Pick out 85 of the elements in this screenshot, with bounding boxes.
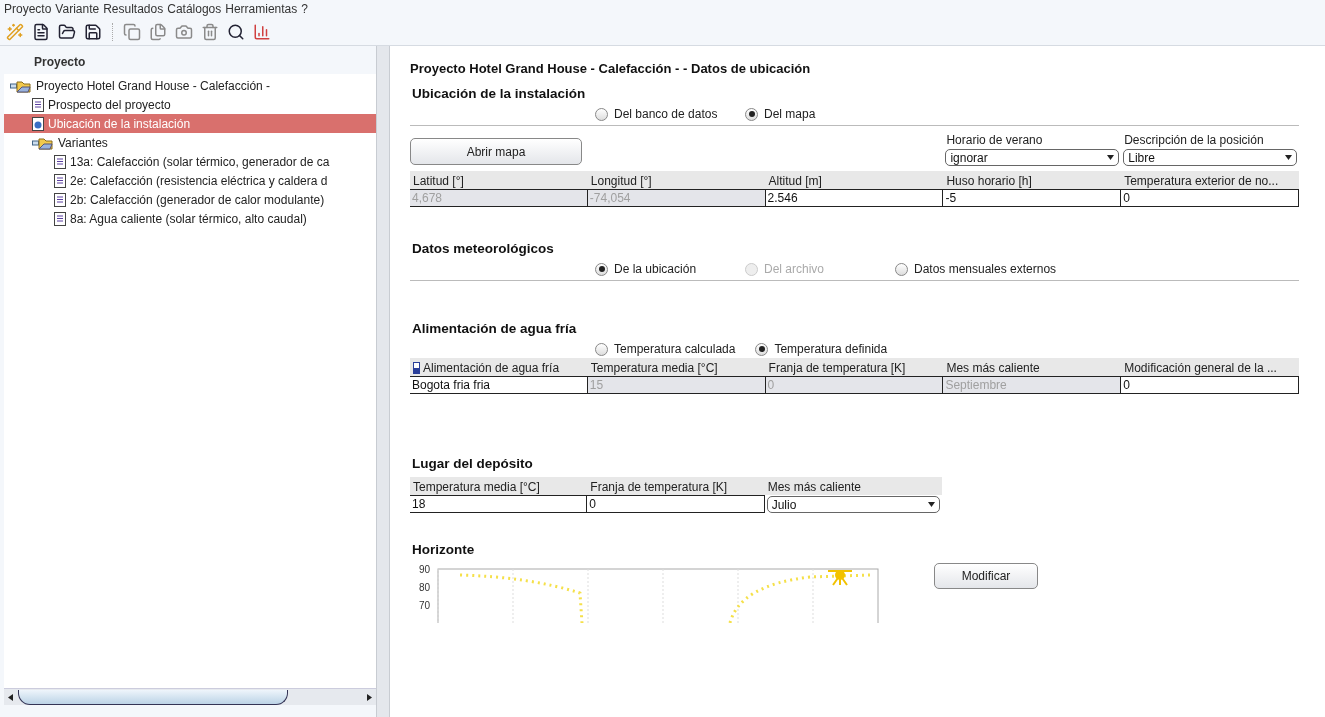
page-title: Proyecto Hotel Grand House - Calefacción - - Datos de ubicación — [410, 61, 812, 76]
document-icon — [54, 154, 66, 169]
menu-item[interactable]: Catálogos — [167, 2, 222, 16]
input-field[interactable]: Bogota fria fria — [410, 376, 588, 394]
tree-item[interactable]: Variantes — [4, 133, 376, 152]
column-header: Latitud [°] — [410, 171, 588, 189]
menu-item[interactable]: ? — [301, 2, 308, 16]
section-heading: Lugar del depósito — [412, 456, 534, 471]
open-folder-icon[interactable] — [58, 22, 76, 41]
radio-label: Del archivo — [764, 262, 825, 276]
axis-tick-label: 90 — [418, 564, 430, 575]
column-header: Huso horario [h] — [943, 171, 1122, 189]
open-map-button[interactable]: Abrir mapa — [410, 138, 582, 165]
menu-item[interactable]: Variante — [55, 2, 100, 16]
tree-item[interactable]: 2e: Calefacción (resistencia eléctrica y caldera d — [4, 171, 376, 190]
input-field[interactable]: 0 — [1121, 376, 1299, 394]
document-icon — [54, 192, 66, 207]
dropdown[interactable]: ignorar — [945, 149, 1120, 166]
input-field[interactable]: 18 — [410, 495, 588, 513]
option-label: Horario de verano — [945, 132, 1044, 148]
column-header: Alimentación de agua fría — [410, 358, 588, 376]
document-icon — [54, 211, 66, 226]
column-header: Temperatura exterior de no... — [1121, 171, 1299, 189]
radio-label: Del mapa — [764, 107, 816, 121]
radio-circle[interactable] — [595, 262, 608, 276]
menu-item[interactable]: Herramientas — [225, 2, 298, 16]
document-icon — [32, 97, 44, 112]
new-document-icon[interactable] — [32, 22, 50, 41]
chart-icon[interactable] — [253, 22, 271, 41]
section-heading: Datos meteorológicos — [412, 241, 555, 256]
column-header: Mes más caliente — [764, 477, 942, 495]
save-icon[interactable] — [84, 22, 102, 41]
folder-icon — [10, 78, 32, 93]
section-heading: Ubicación de la instalación — [412, 86, 587, 101]
folder-icon — [32, 135, 54, 150]
panel-title: Proyecto — [33, 54, 87, 71]
column-header: Modificación general de la ... — [1121, 358, 1299, 376]
radio-label: Del banco de datos — [614, 107, 718, 121]
axis-tick-label: 70 — [418, 600, 430, 611]
caret-icon — [1285, 154, 1292, 161]
column-header: Franja de temperatura [K] — [765, 358, 944, 376]
radio-circle[interactable] — [755, 342, 769, 356]
menu-item[interactable]: Resultados — [103, 2, 164, 16]
caret-icon — [928, 501, 935, 508]
radio-button[interactable]: Del mapa — [745, 107, 875, 121]
dropdown[interactable]: Libre — [1123, 149, 1297, 166]
column-header: Temperatura media [°C] — [410, 477, 588, 495]
section-heading: Alimentación de agua fría — [412, 321, 578, 336]
option-label: Descripción de la posición — [1123, 132, 1265, 148]
search-icon[interactable] — [227, 22, 245, 41]
tree-item[interactable]: Proyecto Hotel Grand House - Calefacción - — [4, 76, 376, 95]
caret-icon — [1107, 154, 1115, 161]
column-header: Mes más caliente — [943, 358, 1122, 376]
tree-item[interactable]: 8a: Agua caliente (solar térmico, alto caudal) — [4, 209, 376, 228]
radio-label: De la ubicación — [614, 262, 697, 276]
axis-tick-label: 80 — [418, 582, 430, 593]
input-field[interactable]: -5 — [943, 189, 1122, 207]
column-header: Temperatura media [°C] — [587, 358, 766, 376]
radio-circle[interactable] — [595, 107, 608, 121]
column-header: Longitud [°] — [587, 171, 766, 189]
thermometer-icon — [413, 362, 420, 374]
scroll-left-icon — [7, 693, 14, 701]
radio-circle[interactable] — [595, 342, 608, 356]
input-field[interactable]: 0 — [587, 495, 765, 513]
scroll-right-icon — [366, 693, 373, 701]
radio-button[interactable]: De la ubicación — [595, 262, 725, 276]
document-icon — [54, 173, 66, 188]
radio-button[interactable]: Del banco de datos — [595, 107, 725, 121]
tree-item[interactable]: 13a: Calefacción (solar térmico, generador de ca — [4, 152, 376, 171]
radio-circle[interactable] — [745, 107, 758, 121]
input-field[interactable]: 2.546 — [765, 189, 944, 207]
globe-document-icon — [32, 116, 44, 131]
section-heading: Horizonte — [412, 542, 476, 557]
menu-item[interactable]: Proyecto — [4, 2, 52, 16]
dropdown[interactable]: Julio — [766, 496, 940, 513]
column-header: Altitud [m] — [765, 171, 944, 189]
wand-icon[interactable] — [6, 22, 24, 41]
column-header: Franja de temperatura [K] — [587, 477, 765, 495]
input-field[interactable]: 0 — [1121, 189, 1299, 207]
radio-circle[interactable] — [895, 262, 908, 276]
horizontal-scrollbar[interactable] — [4, 688, 376, 705]
sun-icon — [827, 570, 853, 586]
tree-item[interactable]: 2b: Calefacción (generador de calor modulante) — [4, 190, 376, 209]
modify-button[interactable]: Modificar — [934, 563, 1038, 589]
tree-item[interactable]: Prospecto del proyecto — [4, 95, 376, 114]
